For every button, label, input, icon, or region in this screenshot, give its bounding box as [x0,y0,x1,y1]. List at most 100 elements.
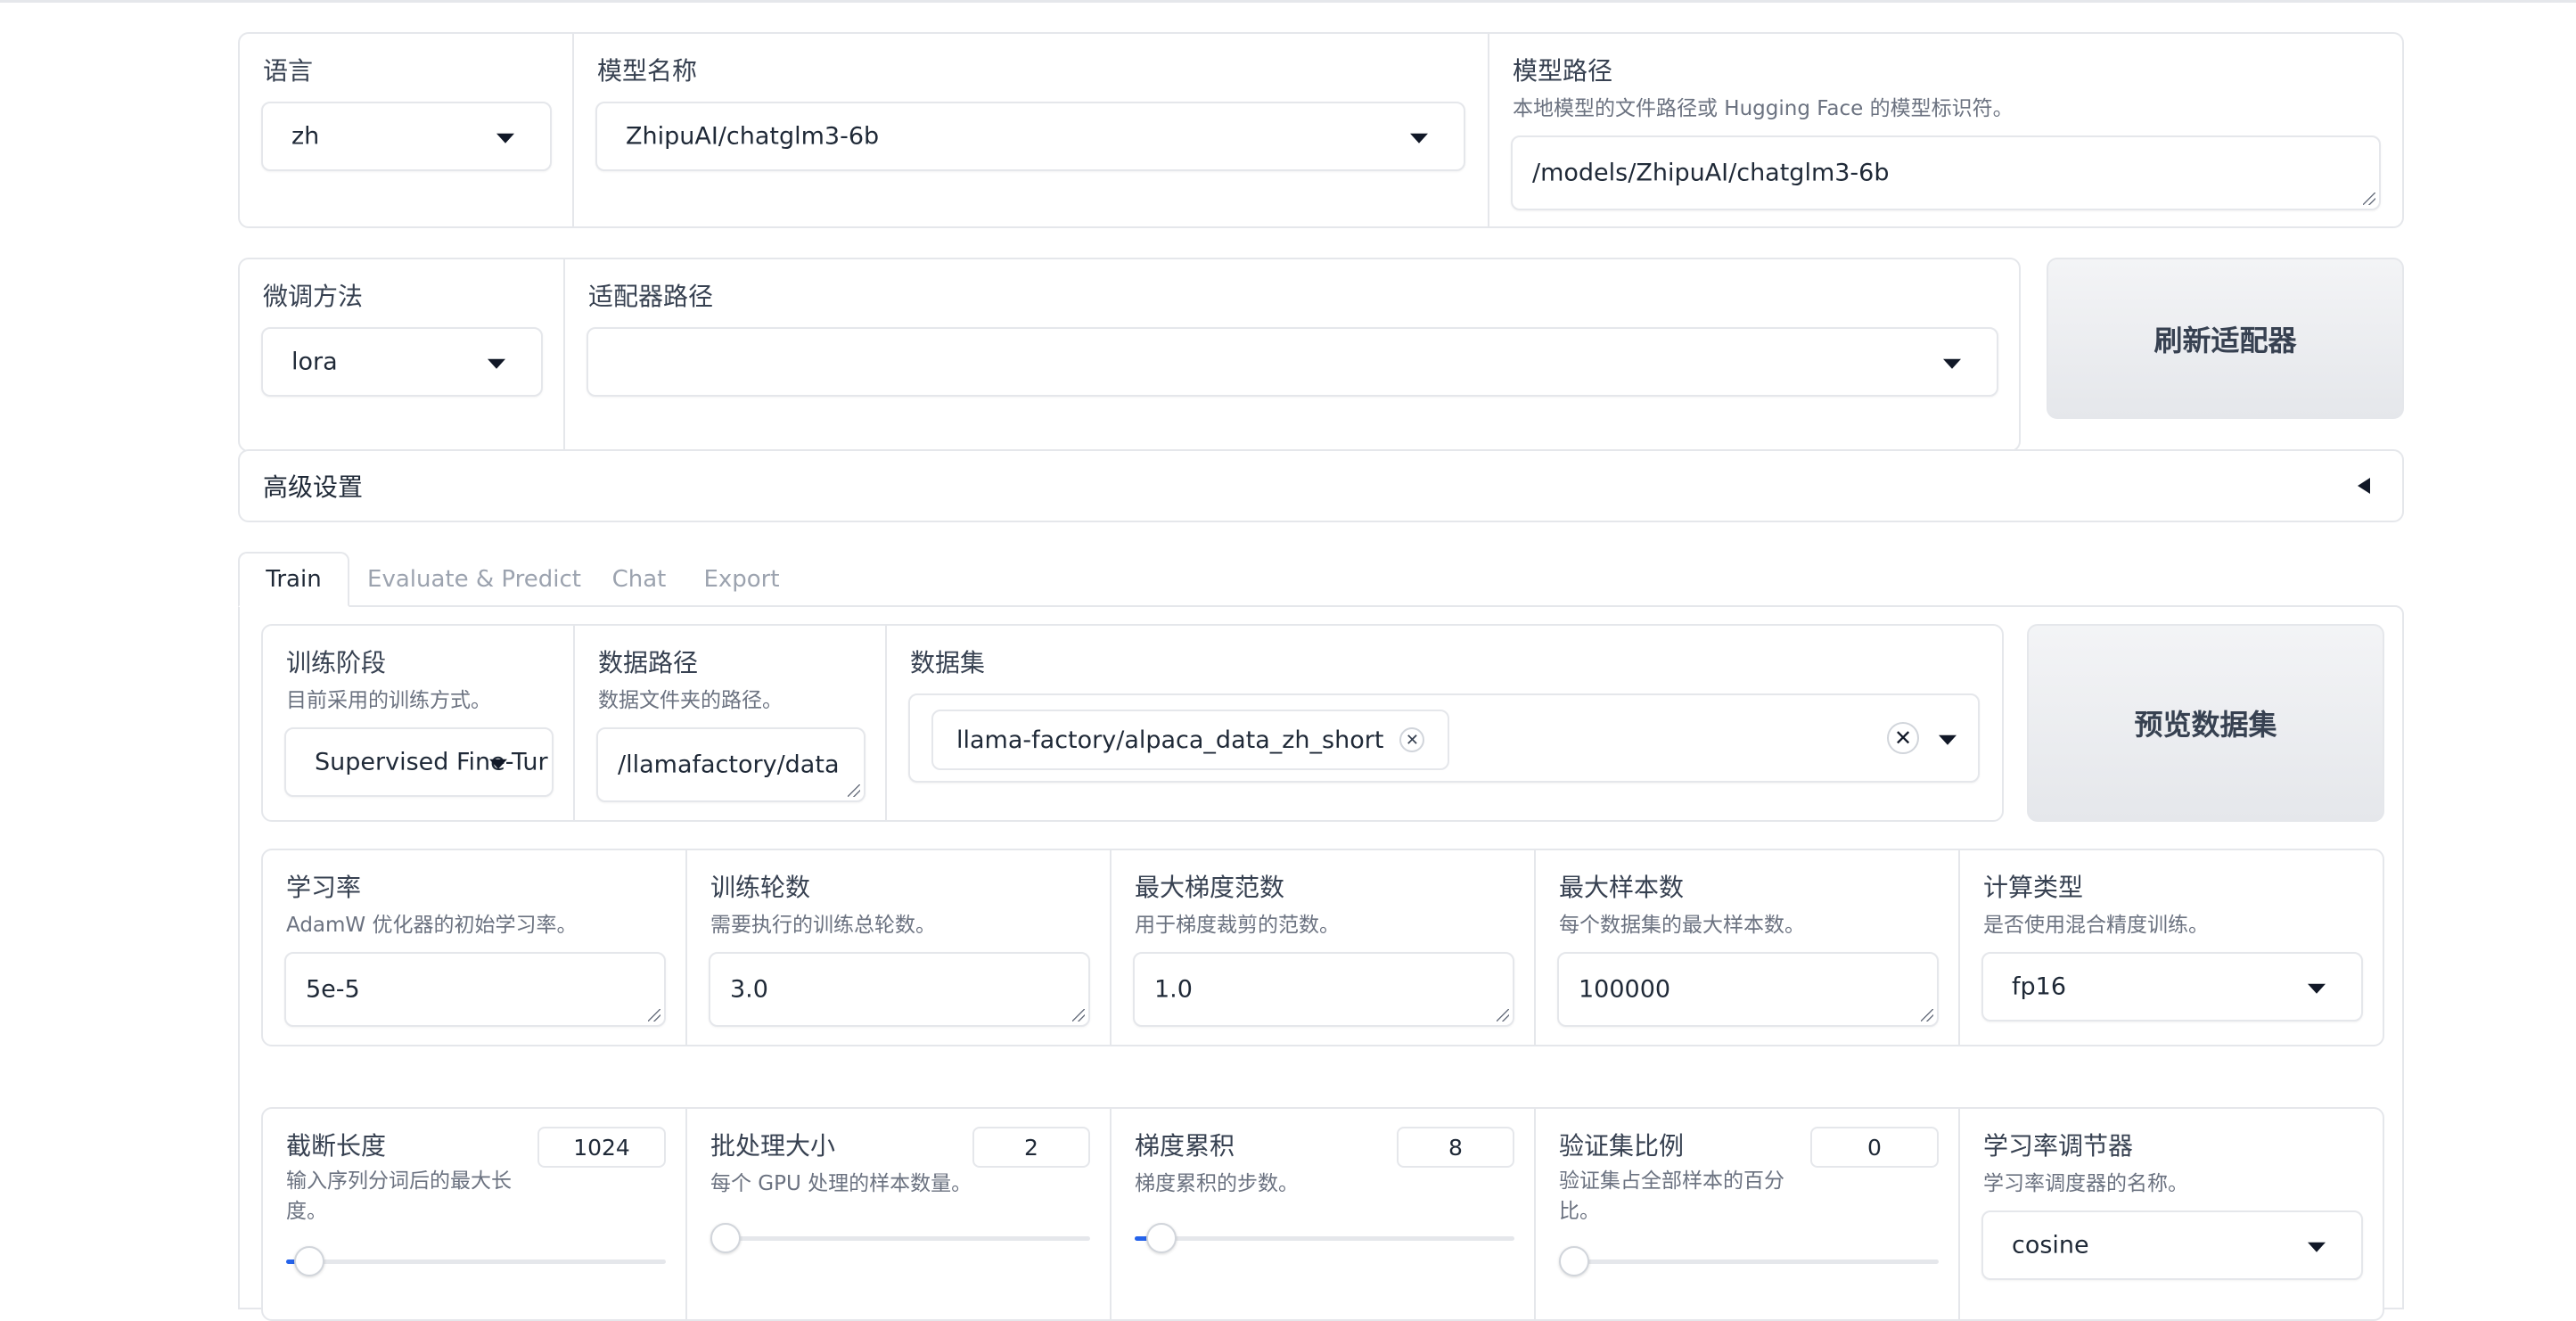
resize-handle-icon[interactable] [1072,1009,1085,1022]
tab-evaluate-predict[interactable]: Evaluate & Predict [363,552,586,607]
refresh-adapters-button[interactable]: 刷新适配器 [2047,258,2404,419]
model-name-value: ZhipuAI/chatglm3-6b [626,122,880,151]
val-size-slider[interactable] [1559,1246,1939,1276]
model-path-input[interactable]: /models/ZhipuAI/chatglm3-6b [1511,135,2381,210]
model-name-cell: 模型名称 ZhipuAI/chatglm3-6b [574,34,1489,226]
language-cell: 语言 zh [240,34,574,226]
max-grad-norm-label: 最大梯度范数 [1135,873,1285,902]
data-dir-label: 数据路径 [598,648,699,677]
tab-export[interactable]: Export [693,552,791,607]
lr-scheduler-label: 学习率调节器 [1983,1131,2134,1161]
finetune-cell: 微调方法 lora [240,259,565,450]
resize-handle-icon[interactable] [848,784,860,797]
learning-rate-input[interactable]: 5e-5 [284,952,666,1027]
train-tab-panel: 训练阶段 目前采用的训练方式。 Supervised Fine-Tur 数据路径… [238,605,2404,1321]
stage-value: Supervised Fine-Tur [315,748,548,776]
tab-bar: Train Evaluate & Predict Chat Export [238,552,2404,607]
max-grad-norm-input[interactable]: 1.0 [1133,952,1514,1027]
model-path-info: 本地模型的文件路径或 Hugging Face 的模型标识符。 [1513,97,2014,120]
compute-type-dropdown[interactable]: fp16 [1981,952,2363,1022]
batch-size-number[interactable]: 2 [972,1127,1090,1168]
adapter-path-label: 适配器路径 [588,282,714,311]
stage-cell: 训练阶段 目前采用的训练方式。 Supervised Fine-Tur [263,626,575,820]
chevron-down-icon [1943,358,1961,369]
remove-chip-icon[interactable]: ✕ [1399,727,1425,752]
batch-size-label: 批处理大小 [710,1131,836,1161]
data-row: 训练阶段 目前采用的训练方式。 Supervised Fine-Tur 数据路径… [261,624,2004,822]
slider-track [1135,1236,1514,1241]
model-name-label: 模型名称 [597,56,698,86]
chevron-down-icon [1410,133,1428,144]
chevron-down-icon [496,133,514,144]
model-name-dropdown[interactable]: ZhipuAI/chatglm3-6b [595,102,1465,171]
language-value: zh [291,122,320,151]
max-samples-input[interactable]: 100000 [1557,952,1939,1027]
resize-handle-icon[interactable] [1497,1009,1509,1022]
learning-rate-info: AdamW 优化器的初始学习率。 [286,914,578,937]
language-label: 语言 [263,56,314,86]
stage-info: 目前采用的训练方式。 [286,689,491,712]
tab-train[interactable]: Train [238,552,349,607]
grad-accum-number[interactable]: 8 [1397,1127,1514,1168]
slider-thumb[interactable] [1559,1246,1589,1276]
slider-thumb[interactable] [1145,1223,1177,1253]
stage-dropdown[interactable]: Supervised Fine-Tur [284,727,554,797]
val-size-cell: 验证集比例 验证集占全部样本的百分比。 0 [1536,1109,1960,1319]
epochs-label: 训练轮数 [710,873,811,902]
adapter-path-dropdown[interactable] [587,327,1998,397]
slider-track [1559,1259,1939,1264]
resize-handle-icon[interactable] [1921,1009,1933,1022]
val-size-info: 验证集占全部样本的百分比。 [1559,1169,1784,1223]
grad-accum-label: 梯度累积 [1135,1131,1235,1161]
chevron-down-icon [489,759,507,769]
data-dir-value: /llamafactory/data [618,751,840,779]
adapter-path-cell: 适配器路径 [565,259,2021,450]
preview-dataset-button[interactable]: 预览数据集 [2027,624,2384,822]
cutoff-len-slider[interactable] [286,1246,666,1276]
finetune-dropdown[interactable]: lora [261,327,543,397]
max-grad-norm-cell: 最大梯度范数 用于梯度裁剪的范数。 1.0 [1112,850,1536,1045]
compute-type-info: 是否使用混合精度训练。 [1983,914,2209,937]
finetune-label: 微调方法 [263,282,364,311]
slider-track [710,1236,1090,1241]
max-grad-norm-info: 用于梯度裁剪的范数。 [1135,914,1340,937]
batch-size-slider[interactable] [710,1223,1090,1253]
dataset-cell: 数据集 llama-factory/alpaca_data_zh_short ✕… [887,626,2004,820]
grad-accum-slider[interactable] [1135,1223,1514,1253]
slider-thumb[interactable] [293,1246,324,1276]
model-path-label: 模型路径 [1513,56,1613,86]
compute-type-label: 计算类型 [1983,873,2084,902]
epochs-input[interactable]: 3.0 [709,952,1090,1027]
advanced-settings-accordion[interactable]: 高级设置 [238,449,2404,522]
learning-rate-cell: 学习率 AdamW 优化器的初始学习率。 5e-5 [263,850,687,1045]
chevron-down-icon [488,358,505,369]
top-divider [0,0,2576,3]
grad-accum-cell: 梯度累积 梯度累积的步数。 8 [1112,1109,1536,1319]
max-samples-label: 最大样本数 [1559,873,1685,902]
tab-chat[interactable]: Chat [599,552,679,607]
val-size-number[interactable]: 0 [1810,1127,1939,1168]
dataset-multiselect[interactable]: llama-factory/alpaca_data_zh_short ✕ ✕ [908,693,1980,783]
data-dir-cell: 数据路径 数据文件夹的路径。 /llamafactory/data [575,626,887,820]
finetune-value: lora [291,348,338,376]
cutoff-len-label: 截断长度 [286,1131,387,1161]
language-dropdown[interactable]: zh [261,102,552,171]
resize-handle-icon[interactable] [2363,193,2375,205]
model-path-value: /models/ZhipuAI/chatglm3-6b [1532,159,1890,187]
learning-rate-label: 学习率 [286,873,362,902]
clear-selection-icon[interactable]: ✕ [1887,722,1919,754]
slider-thumb[interactable] [710,1223,741,1253]
max-samples-info: 每个数据集的最大样本数。 [1559,914,1805,937]
cutoff-len-info: 输入序列分词后的最大长度。 [286,1169,512,1223]
lr-scheduler-dropdown[interactable]: cosine [1981,1210,2363,1280]
cutoff-len-number[interactable]: 1024 [537,1127,666,1168]
data-dir-info: 数据文件夹的路径。 [598,689,783,712]
lr-scheduler-value: cosine [2012,1231,2089,1259]
advanced-settings-title: 高级设置 [263,472,364,502]
chevron-down-icon [1939,734,1957,745]
learning-rate-value: 5e-5 [306,975,360,1004]
data-dir-input[interactable]: /llamafactory/data [596,727,866,802]
slider-track [286,1259,666,1264]
cutoff-len-cell: 截断长度 输入序列分词后的最大长度。 1024 [263,1109,687,1319]
resize-handle-icon[interactable] [648,1009,660,1022]
